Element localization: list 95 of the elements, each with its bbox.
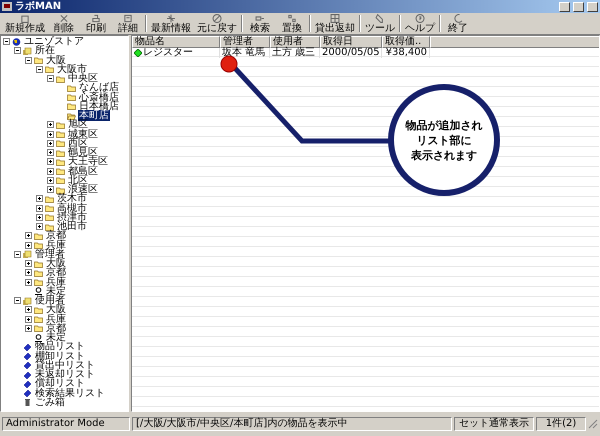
expand-toggle[interactable] xyxy=(25,242,32,249)
folders-icon xyxy=(23,296,32,305)
toolbar-button[interactable]: 印刷 xyxy=(80,13,112,34)
status-mode: Administrator Mode xyxy=(2,417,130,431)
expand-toggle[interactable] xyxy=(47,140,54,147)
expand-toggle[interactable] xyxy=(14,250,21,258)
table-cell: 土方 歳三 xyxy=(272,48,316,58)
expand-toggle[interactable] xyxy=(47,130,54,138)
status-view: セット通常表示 xyxy=(454,417,534,431)
tree-item[interactable]: 兵庫 xyxy=(45,240,67,251)
detail-icon xyxy=(122,13,134,24)
person-icon xyxy=(34,287,43,296)
exit-icon xyxy=(452,13,464,24)
toolbar-button[interactable]: 終了 xyxy=(442,13,474,34)
replace-icon xyxy=(286,13,298,24)
tree-item[interactable]: 兵庫 xyxy=(45,276,67,288)
expand-toggle[interactable] xyxy=(3,38,10,46)
expand-toggle[interactable] xyxy=(25,278,32,286)
toolbar-button[interactable]: 元に戻す xyxy=(194,13,240,34)
print-icon xyxy=(90,13,102,24)
tree-item[interactable]: 城東区 xyxy=(67,128,99,140)
expand-toggle[interactable] xyxy=(47,186,54,194)
tree-item[interactable]: 管理者 xyxy=(34,248,66,260)
help-icon xyxy=(414,13,426,24)
tree-item[interactable]: 京都 xyxy=(45,322,67,334)
expand-toggle[interactable] xyxy=(25,232,32,240)
expand-toggle[interactable] xyxy=(36,204,43,212)
toolbar-button[interactable]: 検索 xyxy=(244,13,276,34)
callout-text: 物品が追加され xyxy=(406,118,482,132)
tree-item[interactable]: 棚卸リスト xyxy=(34,350,86,362)
expand-toggle[interactable] xyxy=(25,269,32,276)
expand-toggle[interactable] xyxy=(36,214,43,221)
callout-text: 表示されます xyxy=(411,148,477,162)
expand-toggle[interactable] xyxy=(36,195,43,202)
toolbar-button[interactable]: ツール xyxy=(362,13,398,34)
close-button[interactable] xyxy=(587,2,598,12)
toolbar-button[interactable]: 新規作成 xyxy=(2,13,48,34)
window-title: ラボMAN xyxy=(15,0,62,12)
toolbar-button[interactable]: 削除 xyxy=(48,13,80,34)
tree-item[interactable]: 摂津市 xyxy=(56,212,88,223)
toolbar-button[interactable]: 最新情報 xyxy=(148,13,194,34)
column-header[interactable]: 使用者 xyxy=(270,36,320,48)
resize-grip-icon xyxy=(588,419,598,429)
undo-icon xyxy=(211,13,223,24)
expand-toggle[interactable] xyxy=(25,306,32,314)
callout-text: リスト部に xyxy=(416,132,472,148)
toolbar-button[interactable]: ヘルプ xyxy=(402,13,438,34)
tree-item[interactable]: 所在 xyxy=(34,45,56,56)
folders-icon xyxy=(23,46,32,55)
folders-icon xyxy=(23,250,32,258)
expand-toggle[interactable] xyxy=(47,158,54,166)
trash-icon xyxy=(23,398,32,406)
tree-item[interactable]: 心斎橋店 xyxy=(78,92,120,103)
column-header[interactable]: 取得価.. xyxy=(382,36,430,48)
table-cell: 2000/05/05 xyxy=(322,48,380,58)
globe-icon xyxy=(12,38,21,46)
column-header[interactable]: 物品名 xyxy=(132,36,220,48)
expand-toggle[interactable] xyxy=(47,149,54,156)
status-count: 1件(2) xyxy=(536,417,586,431)
column-header[interactable]: 取得日 xyxy=(320,36,382,48)
tree-item[interactable]: ごみ箱 xyxy=(34,396,66,408)
expand-toggle[interactable] xyxy=(36,66,43,73)
table-cell: ¥38,400 xyxy=(386,48,427,58)
tree-item[interactable]: 高槻市 xyxy=(56,202,88,214)
minimize-button[interactable] xyxy=(559,2,570,12)
expand-toggle[interactable] xyxy=(25,316,32,323)
toolbar-button[interactable]: 貸出返却 xyxy=(312,13,358,34)
expand-toggle[interactable] xyxy=(47,176,54,184)
app-icon xyxy=(2,2,12,11)
maximize-button[interactable] xyxy=(573,2,584,12)
status-path: [/大阪/大阪市/中央区/本町店]内の物品を表示中 xyxy=(132,417,452,431)
toolbar-button[interactable]: 詳細 xyxy=(112,13,144,34)
toolbar-button[interactable]: 置換 xyxy=(276,13,308,34)
expand-toggle[interactable] xyxy=(25,56,32,64)
open-folder-icon xyxy=(67,112,76,120)
new-icon xyxy=(19,13,31,24)
expand-toggle[interactable] xyxy=(25,324,32,332)
tree-item[interactable]: 検索結果リスト xyxy=(34,388,106,399)
expand-toggle[interactable] xyxy=(47,75,54,82)
expand-toggle[interactable] xyxy=(47,168,54,175)
expand-toggle[interactable] xyxy=(14,47,21,54)
expand-toggle[interactable] xyxy=(47,121,54,128)
expand-toggle[interactable] xyxy=(14,297,21,304)
expand-toggle[interactable] xyxy=(36,223,43,230)
expand-toggle[interactable] xyxy=(25,260,32,268)
table-cell: レジスター xyxy=(143,48,193,58)
table-cell: 坂本 竜馬 xyxy=(222,48,266,58)
column-header[interactable]: 管理者 xyxy=(220,36,270,48)
tree-item[interactable]: 兵庫 xyxy=(45,314,67,325)
tree-item[interactable]: 大阪 xyxy=(45,54,67,66)
delete-icon xyxy=(58,13,70,24)
tree-item[interactable]: 大阪市 xyxy=(56,64,88,75)
person-icon xyxy=(34,334,43,342)
tree-item[interactable]: 未定 xyxy=(45,286,67,297)
pin-marker xyxy=(220,56,238,72)
